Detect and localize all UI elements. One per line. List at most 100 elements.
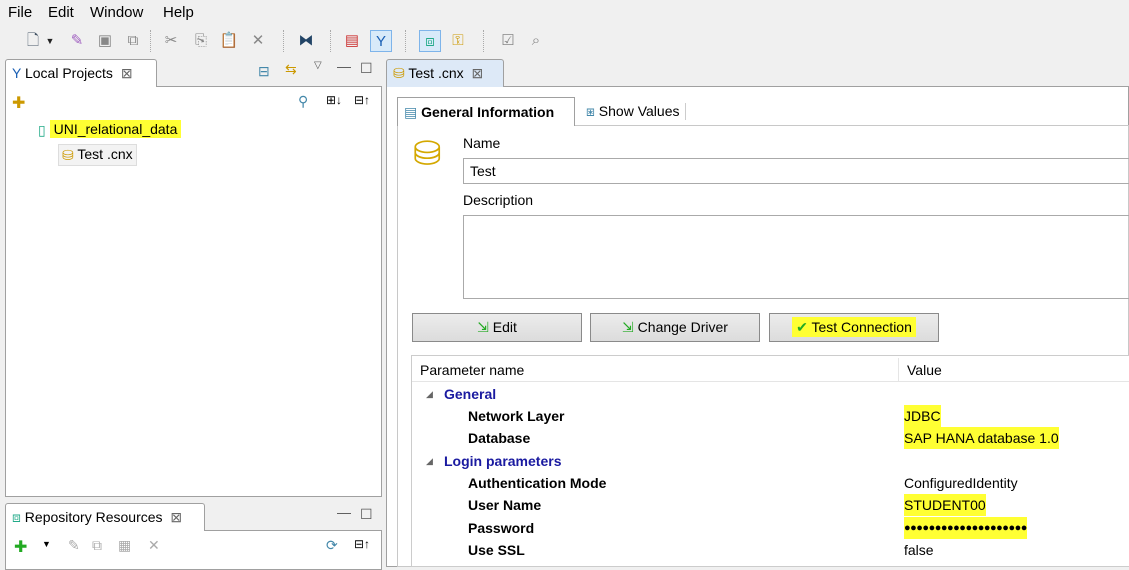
column-parameter-name[interactable]: Parameter name xyxy=(420,358,524,382)
tab-label: Test .cnx xyxy=(408,65,464,81)
tree-file[interactable]: ⛁ Test .cnx xyxy=(58,144,137,166)
param-name: Authentication Mode xyxy=(468,475,607,491)
tab-label: General Information xyxy=(421,104,555,120)
minimize-icon[interactable]: — xyxy=(337,58,351,74)
repository-icon: ⧈ xyxy=(12,509,21,525)
table-row[interactable]: Authentication Mode ConfiguredIdentity xyxy=(412,472,1129,494)
param-value: JDBC xyxy=(904,405,941,427)
connection-icon: ⛁ xyxy=(393,65,405,81)
close-icon[interactable]: ⊠ xyxy=(170,509,182,525)
description-input[interactable] xyxy=(463,215,1129,299)
driver-icon: ⇲ xyxy=(477,319,489,335)
tab-repository-resources[interactable]: ⧈ Repository Resources ⊠ xyxy=(5,503,205,531)
column-value[interactable]: Value xyxy=(898,358,942,382)
expand-all-icon[interactable]: ⊞↓ xyxy=(326,93,342,107)
menu-edit[interactable]: Edit xyxy=(48,4,74,21)
table-row[interactable]: Password ●●●●●●●●●●●●●●●●●●●● xyxy=(412,517,1129,539)
connect-icon[interactable]: ⧓ xyxy=(295,30,317,52)
copy-icon[interactable]: ⎘ xyxy=(190,30,212,52)
menu-window[interactable]: Window xyxy=(90,4,143,21)
filter-add-icon[interactable]: ✚ xyxy=(12,93,25,113)
change-driver-button[interactable]: ⇲ Change Driver xyxy=(590,313,760,342)
save-icon[interactable]: ▣ xyxy=(94,30,116,52)
add-icon[interactable]: ✚ xyxy=(14,537,27,557)
save-all-icon[interactable]: ⧉ xyxy=(122,30,144,52)
view-menu-icon[interactable]: ▽ xyxy=(314,60,322,71)
name-input[interactable]: Test xyxy=(463,158,1129,184)
menu-help[interactable]: Help xyxy=(163,4,194,21)
file-label: Test .cnx xyxy=(77,146,133,162)
tab-label: Local Projects xyxy=(24,65,113,81)
server-icon[interactable]: ▦ xyxy=(118,537,131,554)
maximize-icon[interactable]: ☐ xyxy=(360,60,373,77)
param-name: Network Layer xyxy=(468,408,565,424)
button-label: Change Driver xyxy=(637,319,728,335)
expand-triangle-icon[interactable]: ◢ xyxy=(426,383,433,405)
refresh-icon[interactable]: ⟳ xyxy=(326,537,338,554)
report-icon[interactable]: ▤ xyxy=(341,30,363,52)
paste-icon[interactable]: 📋 xyxy=(218,30,240,52)
delete-icon[interactable]: ✕ xyxy=(148,537,160,554)
values-icon: ⧆ xyxy=(586,103,595,119)
binoculars-icon[interactable]: ⌕ xyxy=(525,30,547,52)
param-name: Password xyxy=(468,520,535,536)
collapse-all-icon[interactable]: ⊟↑ xyxy=(354,537,370,551)
test-connection-button[interactable]: ✔ Test Connection xyxy=(769,313,939,342)
table-row[interactable]: User Name STUDENT00 xyxy=(412,494,1129,516)
search-icon[interactable]: ⚲ xyxy=(298,93,308,110)
minimize-view-icon[interactable]: ⊟ xyxy=(258,63,270,80)
minimize-icon[interactable]: — xyxy=(337,504,351,520)
group-label: General xyxy=(444,386,497,402)
local-projects-panel: ✚ ⚲ ⊞↓ ⊟↑ ▯ UNI_relational_data ⛁ Test .… xyxy=(5,86,382,497)
maximize-icon[interactable]: ☐ xyxy=(360,506,373,523)
expand-triangle-icon[interactable]: ◢ xyxy=(426,450,433,472)
description-label: Description xyxy=(463,192,534,208)
driver-icon: ⇲ xyxy=(622,319,634,335)
wand-icon[interactable]: ✎ xyxy=(66,30,88,52)
tab-test-cnx[interactable]: ⛁ Test .cnx ⊠ xyxy=(386,59,504,87)
cut-icon[interactable]: ✂ xyxy=(160,30,182,52)
edit-icon[interactable]: ✎ xyxy=(68,537,80,554)
menu-file[interactable]: File xyxy=(8,4,32,21)
data-foundation-icon[interactable]: ⧈ xyxy=(419,30,441,52)
link-editor-icon[interactable]: ⇆ xyxy=(285,61,297,78)
tab-label: Repository Resources xyxy=(24,509,163,525)
param-name: Database xyxy=(468,430,531,446)
table-header: Parameter name Value xyxy=(412,358,1129,382)
perspective-icon: Y xyxy=(12,65,22,81)
param-name: User Name xyxy=(468,497,542,513)
tab-label: Show Values xyxy=(598,103,680,119)
parameters-table: Parameter name Value ◢ General Network La… xyxy=(411,355,1129,567)
check-connection-icon: ✔ xyxy=(796,319,808,335)
chevron-down-icon[interactable]: ▼ xyxy=(44,30,56,52)
param-value: ●●●●●●●●●●●●●●●●●●●● xyxy=(904,517,1027,539)
collapse-all-icon[interactable]: ⊟↑ xyxy=(354,93,370,107)
name-label: Name xyxy=(463,135,501,151)
edit-button[interactable]: ⇲ Edit xyxy=(412,313,582,342)
chevron-down-icon[interactable]: ▼ xyxy=(42,539,51,549)
button-label: Test Connection xyxy=(811,319,912,335)
perspective-icon[interactable]: Y xyxy=(370,30,392,52)
info-icon: ▤ xyxy=(404,104,418,120)
connection-large-icon: ⛁ xyxy=(413,135,442,173)
tab-general-information[interactable]: ▤ General Information xyxy=(397,97,575,126)
param-value: ConfiguredIdentity xyxy=(904,475,1018,491)
delete-icon[interactable]: ✕ xyxy=(247,30,269,52)
tab-local-projects[interactable]: Y Local Projects ⊠ xyxy=(5,59,157,87)
table-row[interactable]: Network Layer JDBC xyxy=(412,405,1129,427)
check-icon[interactable]: ☑ xyxy=(497,30,519,52)
tree-project[interactable]: ▯ UNI_relational_data xyxy=(38,120,182,139)
new-file-icon[interactable]: 🗋 xyxy=(22,30,44,52)
tables-icon[interactable]: ⧉ xyxy=(92,537,102,554)
close-icon[interactable]: ⊠ xyxy=(121,65,133,81)
tab-show-values[interactable]: ⧆ Show Values xyxy=(580,103,687,120)
project-label: UNI_relational_data xyxy=(49,120,182,138)
repository-panel: ✚ ▼ ✎ ⧉ ▦ ✕ ⟳ ⊟↑ xyxy=(5,530,382,570)
table-row[interactable]: Database SAP HANA database 1.0 xyxy=(412,427,1129,449)
security-key-icon[interactable]: ⚿ xyxy=(447,30,469,52)
table-row[interactable]: Use SSL false xyxy=(412,539,1129,561)
group-row[interactable]: ◢ Login parameters xyxy=(412,450,1129,472)
close-icon[interactable]: ⊠ xyxy=(472,65,484,81)
project-icon: ▯ xyxy=(38,121,46,138)
group-row[interactable]: ◢ General xyxy=(412,383,1129,405)
